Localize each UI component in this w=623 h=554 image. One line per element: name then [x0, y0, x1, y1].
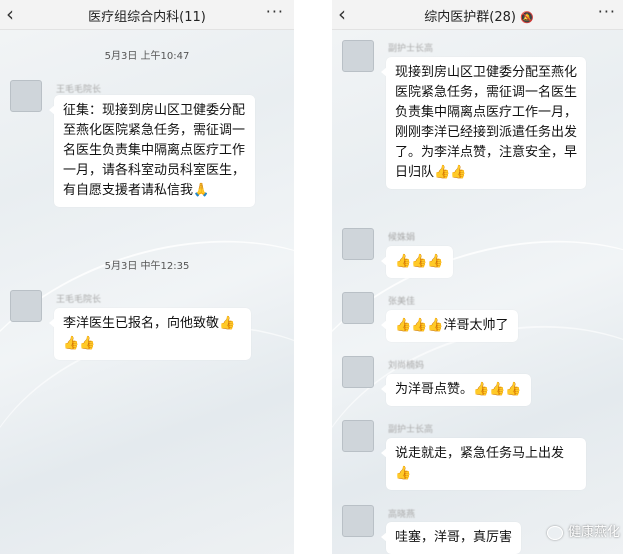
message-bubble[interactable]: 哇塞，洋哥，真厉害: [380, 522, 522, 554]
message-bubble[interactable]: 为洋哥点赞。👍👍👍: [381, 374, 531, 406]
avatar[interactable]: [342, 228, 374, 260]
chat-title: 综内医护群(28) 🔕: [332, 6, 623, 25]
avatar[interactable]: [342, 356, 374, 388]
timestamp: 5月3日 上午10:47: [104, 51, 190, 62]
avatar[interactable]: [10, 290, 42, 322]
avatar[interactable]: [342, 505, 374, 537]
chat-window-right: ‹ 综内医护群(28) 🔕 ··· 副护士长高 现接到房山区卫健委分配至燕化医院紧…: [332, 0, 623, 554]
sender-name: 候姝娟: [388, 233, 416, 243]
avatar[interactable]: [342, 40, 374, 72]
more-horizontal-icon[interactable]: ···: [266, 2, 284, 21]
avatar[interactable]: [342, 420, 374, 452]
timestamp: 5月3日 中午12:35: [104, 261, 190, 272]
sender-name: 高晓燕: [388, 510, 416, 520]
message-bubble[interactable]: 说走就走，紧急任务马上出发👍: [381, 438, 586, 490]
watermark: 健康燕化: [546, 521, 620, 540]
message-bubble[interactable]: 👍👍👍: [381, 246, 453, 278]
mute-icon: 🔕: [519, 11, 534, 24]
watermark-text: 健康燕化: [567, 525, 620, 540]
avatar[interactable]: [10, 80, 42, 112]
message-bubble[interactable]: 李洋医生已报名，向他致敬👍👍👍: [49, 308, 251, 360]
message-bubble[interactable]: 现接到房山区卫健委分配至燕化医院紧急任务，需征调一名医生负责集中隔离点医疗工作一…: [381, 57, 586, 189]
chat-header: ‹ 综内医护群(28) 🔕 ···: [332, 0, 623, 30]
message-bubble[interactable]: 征集：现接到房山区卫健委分配至燕化医院紧急任务，需征调一名医生负责集中隔离点医疗…: [49, 95, 255, 207]
sender-name: 王毛毛院长: [56, 85, 102, 95]
sender-name: 副护士长高: [388, 44, 434, 54]
chat-title: 医疗组综合内科(11): [88, 10, 206, 25]
sender-name: 王毛毛院长: [56, 295, 102, 305]
wechat-official-account-icon: [546, 525, 563, 540]
chat-window-left: ‹ 医疗组综合内科(11) ··· 5月3日 上午10:47 王毛毛院长 征集：…: [0, 0, 294, 554]
message-bubble[interactable]: 👍👍👍洋哥太帅了: [381, 310, 518, 342]
sender-name: 刘尚楠妈: [388, 361, 425, 371]
sender-name: 副护士长高: [388, 425, 434, 435]
chat-header: ‹ 医疗组综合内科(11) ···: [0, 0, 294, 30]
avatar[interactable]: [342, 292, 374, 324]
chat-title-text: 综内医护群(28): [424, 10, 516, 25]
more-horizontal-icon[interactable]: ···: [598, 2, 616, 21]
sender-name: 张美佳: [388, 297, 416, 307]
